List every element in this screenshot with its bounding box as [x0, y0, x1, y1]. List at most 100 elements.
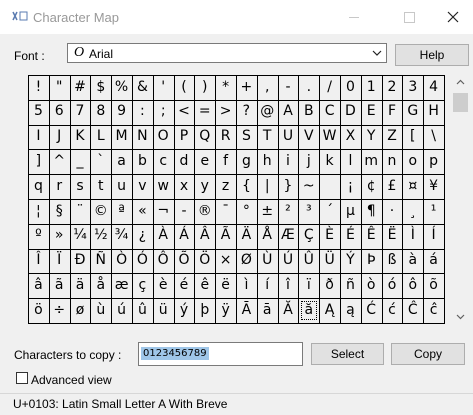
char-cell[interactable]: x — [174, 175, 194, 199]
char-cell[interactable]: m — [361, 150, 381, 174]
char-cell[interactable]: A — [278, 100, 298, 124]
char-cell[interactable]: } — [278, 175, 298, 199]
char-cell[interactable]: ø — [70, 299, 90, 323]
char-cell[interactable]: h — [257, 150, 277, 174]
char-cell[interactable]: g — [237, 150, 257, 174]
char-cell[interactable]: î — [278, 274, 298, 298]
char-cell[interactable]: : — [133, 100, 153, 124]
char-cell[interactable]: ¥ — [424, 175, 444, 199]
char-cell[interactable]: i — [278, 150, 298, 174]
char-cell[interactable]: í — [257, 274, 277, 298]
char-cell[interactable]: û — [133, 299, 153, 323]
char-cell[interactable]: u — [112, 175, 132, 199]
char-cell[interactable]: a — [112, 150, 132, 174]
char-cell[interactable]: Ù — [257, 249, 277, 273]
char-cell[interactable]: ë — [216, 274, 236, 298]
char-cell[interactable]: ö — [29, 299, 49, 323]
char-cell[interactable]: é — [174, 274, 194, 298]
scroll-up-arrow-icon[interactable] — [456, 78, 465, 87]
char-cell[interactable]: É — [341, 224, 361, 248]
char-cell[interactable]: z — [216, 175, 236, 199]
char-cell[interactable]: Ê — [361, 224, 381, 248]
minimize-button[interactable] — [340, 8, 366, 26]
char-cell[interactable]: w — [153, 175, 173, 199]
char-cell[interactable]: Ă — [278, 299, 298, 323]
char-cell[interactable]: æ — [112, 274, 132, 298]
char-cell[interactable]: ° — [237, 200, 257, 224]
char-cell[interactable]: ü — [153, 299, 173, 323]
char-cell[interactable]: Ć — [361, 299, 381, 323]
char-cell[interactable]: ÿ — [216, 299, 236, 323]
char-cell[interactable]: I — [29, 125, 49, 149]
char-cell[interactable]: á — [424, 249, 444, 273]
char-cell[interactable]: ÷ — [49, 299, 69, 323]
char-cell[interactable]: Ý — [341, 249, 361, 273]
char-cell[interactable]: ĉ — [424, 299, 444, 323]
char-cell[interactable]: q — [29, 175, 49, 199]
char-cell[interactable]: = — [195, 100, 215, 124]
char-cell[interactable]: ó — [382, 274, 402, 298]
char-cell[interactable]: , — [257, 76, 277, 100]
char-cell[interactable]: Y — [361, 125, 381, 149]
char-cell[interactable]: ¤ — [403, 175, 423, 199]
char-cell[interactable]: · — [382, 200, 402, 224]
char-cell[interactable]: ò — [361, 274, 381, 298]
char-cell[interactable]: ¹ — [424, 200, 444, 224]
grid-scrollbar[interactable] — [452, 76, 469, 324]
char-cell[interactable]: 8 — [91, 100, 111, 124]
char-cell[interactable]: ô — [403, 274, 423, 298]
char-cell[interactable]: 6 — [49, 100, 69, 124]
char-cell[interactable]: L — [91, 125, 111, 149]
char-cell[interactable]: 1 — [361, 76, 381, 100]
scroll-down-arrow-icon[interactable] — [456, 312, 465, 321]
char-cell[interactable]: 0 — [341, 76, 361, 100]
char-cell[interactable]: 7 — [70, 100, 90, 124]
char-cell[interactable]: â — [29, 274, 49, 298]
char-cell[interactable]: Â — [195, 224, 215, 248]
char-cell[interactable]: ' — [153, 76, 173, 100]
char-cell[interactable]: µ — [341, 200, 361, 224]
char-cell[interactable]: J — [49, 125, 69, 149]
char-cell[interactable]: ] — [29, 150, 49, 174]
char-cell[interactable]: < — [174, 100, 194, 124]
char-cell[interactable]: Ñ — [91, 249, 111, 273]
char-cell[interactable]: Ì — [403, 224, 423, 248]
char-cell[interactable]: ` — [91, 150, 111, 174]
char-cell[interactable]: 4 — [424, 76, 444, 100]
char-cell[interactable]: õ — [424, 274, 444, 298]
char-cell[interactable]: ý — [174, 299, 194, 323]
char-cell[interactable]: à — [403, 249, 423, 273]
help-button[interactable]: Help — [395, 44, 469, 66]
char-cell[interactable]: G — [403, 100, 423, 124]
char-cell[interactable]: j — [299, 150, 319, 174]
char-cell[interactable]: Ø — [237, 249, 257, 273]
char-cell[interactable]: À — [153, 224, 173, 248]
char-cell[interactable]: Þ — [361, 249, 381, 273]
close-button[interactable] — [440, 8, 466, 26]
char-cell[interactable]: Ä — [237, 224, 257, 248]
char-cell[interactable]: T — [257, 125, 277, 149]
char-cell[interactable]: Å — [257, 224, 277, 248]
char-cell[interactable]: v — [133, 175, 153, 199]
char-cell[interactable]: s — [70, 175, 90, 199]
char-cell[interactable]: t — [91, 175, 111, 199]
char-cell[interactable]: [ — [403, 125, 423, 149]
char-cell[interactable]: ê — [195, 274, 215, 298]
char-cell[interactable]: ç — [133, 274, 153, 298]
char-cell[interactable]: - — [278, 76, 298, 100]
char-cell[interactable]: P — [174, 125, 194, 149]
char-cell[interactable]: Ò — [112, 249, 132, 273]
char-cell[interactable]: n — [382, 150, 402, 174]
char-cell[interactable]: ´ — [320, 200, 340, 224]
char-cell[interactable]: ¡ — [341, 175, 361, 199]
char-cell[interactable]: ? — [237, 100, 257, 124]
char-cell[interactable]: ą — [341, 299, 361, 323]
char-cell[interactable]: > — [216, 100, 236, 124]
char-cell[interactable]: - — [174, 200, 194, 224]
char-cell[interactable]: . — [299, 76, 319, 100]
char-cell[interactable]: ! — [29, 76, 49, 100]
char-cell[interactable]: H — [424, 100, 444, 124]
char-cell[interactable]: \ — [424, 125, 444, 149]
char-cell[interactable]: ù — [91, 299, 111, 323]
char-cell[interactable]: º — [29, 224, 49, 248]
